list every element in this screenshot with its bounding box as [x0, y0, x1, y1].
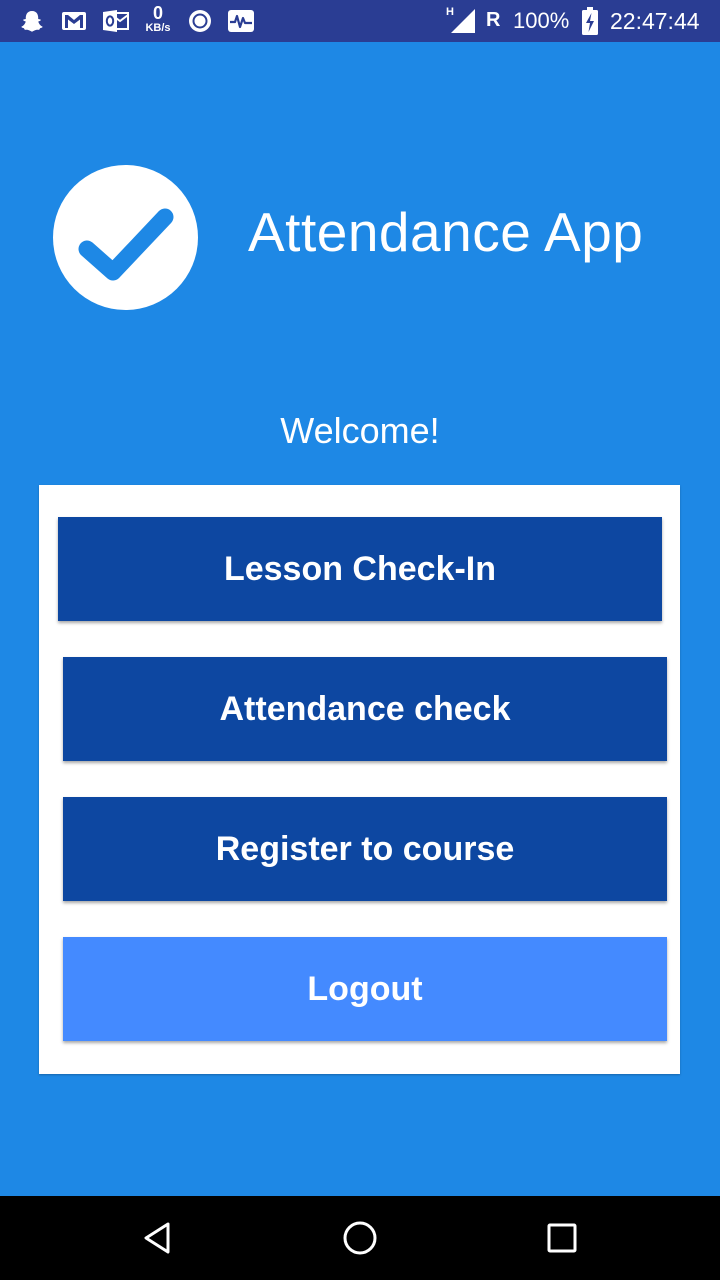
- back-icon[interactable]: [134, 1214, 182, 1262]
- circle-app-icon: [186, 0, 214, 42]
- register-course-button[interactable]: Register to course: [63, 797, 667, 901]
- clock: 22:47:44: [610, 8, 700, 34]
- data-rate-unit: KB/s: [145, 22, 171, 34]
- gmail-icon: [60, 0, 88, 42]
- attendance-check-button[interactable]: Attendance check: [63, 657, 667, 761]
- welcome-message: Welcome!: [280, 410, 440, 451]
- data-rate-icon: 0 KB/s: [140, 4, 176, 34]
- roaming-indicator: R: [486, 9, 501, 31]
- snapchat-icon: [18, 0, 46, 42]
- status-bar: 0 KB/s H R 100% 22:47:44: [0, 0, 720, 42]
- app-title: Attendance App: [248, 201, 644, 263]
- main-screen: 0 KB/s H R 100% 22:47:44 Attendance App …: [0, 0, 720, 1280]
- navigation-bar: [0, 1196, 720, 1280]
- logout-button[interactable]: Logout: [63, 937, 667, 1041]
- app-logo: [53, 165, 198, 310]
- battery-charging-icon: [580, 0, 600, 42]
- outlook-icon: [101, 0, 131, 42]
- home-icon[interactable]: [336, 1214, 384, 1262]
- data-rate-value: 0: [152, 3, 163, 23]
- attendance-check-label: Attendance check: [219, 689, 511, 728]
- lesson-checkin-label: Lesson Check-In: [223, 549, 497, 588]
- lesson-checkin-button[interactable]: Lesson Check-In: [58, 517, 662, 621]
- logout-label: Logout: [307, 969, 423, 1008]
- battery-percentage: 100%: [513, 8, 570, 33]
- register-course-label: Register to course: [215, 829, 515, 868]
- checkmark-icon: [78, 208, 174, 281]
- activity-icon: [226, 0, 256, 42]
- menu-card: Lesson Check-In Attendance check Registe…: [39, 485, 680, 1074]
- signal-icon: [449, 0, 477, 42]
- recents-icon[interactable]: [538, 1214, 586, 1262]
